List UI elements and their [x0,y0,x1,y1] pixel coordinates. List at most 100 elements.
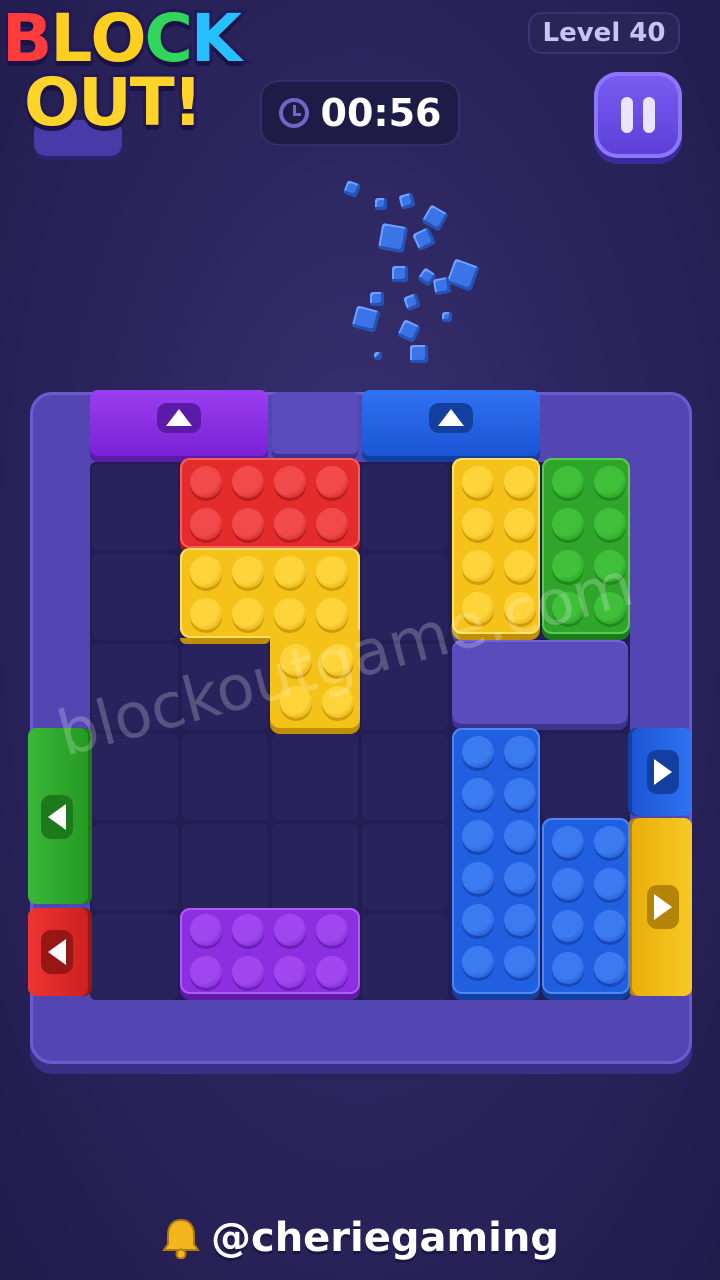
particle [374,352,382,360]
logo-letter: U [75,61,135,144]
brick-stud [552,868,584,900]
right-arrow-icon [647,885,679,929]
level-indicator: Level 40 [528,12,680,54]
particle [397,319,421,343]
brick-stud [462,778,494,810]
left-arrow-icon [41,795,73,839]
brick-stud [462,736,494,768]
brick-stud [504,466,536,498]
brick-stud [274,508,306,540]
brick-stud [462,946,494,978]
creator-credit: @cheriegaming [0,1206,720,1270]
timer: 00:56 [260,80,460,146]
particle [446,258,480,292]
brick-stud [594,466,626,498]
left-arrow-icon [41,930,73,974]
brick-stud [462,466,494,498]
particle [392,266,408,282]
brick-stud [190,956,222,988]
brick-stud [462,550,494,582]
grid-cell [362,734,448,820]
brick-stud [274,556,306,588]
creator-handle: @cheriegaming [210,1215,559,1261]
brick-stud [232,466,264,498]
logo-letter: ! [170,61,206,144]
particle [377,222,409,254]
right-blue-exit [632,728,692,816]
grid-cell [362,914,448,1000]
grid-cell [272,734,358,820]
particle [398,192,416,210]
logo-letter: T [127,61,178,144]
particle [351,305,381,333]
particle [410,345,428,363]
frame-segment [272,392,358,454]
brick-stud [594,952,626,984]
brick-stud [594,910,626,942]
top-blue-exit [362,390,540,456]
brick-stud [232,956,264,988]
yellow-l-shadow [180,638,270,644]
up-arrow-icon [429,403,473,433]
particle [343,180,361,198]
brick-stud [316,508,348,540]
brick-stud [190,508,222,540]
pause-icon [643,97,655,133]
brick-stud [274,914,306,946]
brick-stud [232,556,264,588]
brick-stud [504,862,536,894]
brick-stud [190,598,222,630]
grid-cell [92,914,178,1000]
brick-stud [462,904,494,936]
timer-value: 00:56 [320,91,442,135]
brick-stud [552,910,584,942]
brick-stud [232,598,264,630]
particle [403,293,421,311]
brick-stud [552,508,584,540]
brick-stud [316,914,348,946]
brick-stud [504,778,536,810]
brick-stud [504,508,536,540]
brick-stud [504,904,536,936]
particle [370,292,384,306]
pause-icon [621,97,633,133]
block-break-particles [330,170,500,370]
pause-button[interactable] [594,72,682,158]
brick-stud [190,556,222,588]
brick-stud [504,820,536,852]
bell-icon [162,1218,200,1259]
brick-stud [504,736,536,768]
brick-stud [190,914,222,946]
brick-stud [462,820,494,852]
brick-stud [232,914,264,946]
particle [412,227,436,251]
brick-stud [552,952,584,984]
particle [432,276,452,296]
brick-stud [232,508,264,540]
right-yellow-exit [632,818,692,996]
grid-cell [362,824,448,910]
grid-cell [542,734,628,820]
top-purple-exit [90,390,268,456]
brick-stud [316,466,348,498]
grid-cell [272,824,358,910]
brick-stud [316,956,348,988]
brick-stud [190,466,222,498]
brick-stud [552,826,584,858]
brick-stud [594,868,626,900]
brick-stud [594,826,626,858]
grid-cell [182,824,268,910]
right-arrow-icon [647,750,679,794]
brick-stud [274,598,306,630]
brick-stud [274,956,306,988]
brick-stud [504,946,536,978]
brick-stud [274,466,306,498]
brick-stud [594,508,626,540]
game-logo: BLOCK OUT! [0,0,270,156]
grid-cell [92,554,178,640]
particle [375,198,387,210]
brick-stud [316,556,348,588]
logo-line-2: OUT! [21,61,206,144]
grid-cell [182,734,268,820]
grid-cell [362,464,448,550]
